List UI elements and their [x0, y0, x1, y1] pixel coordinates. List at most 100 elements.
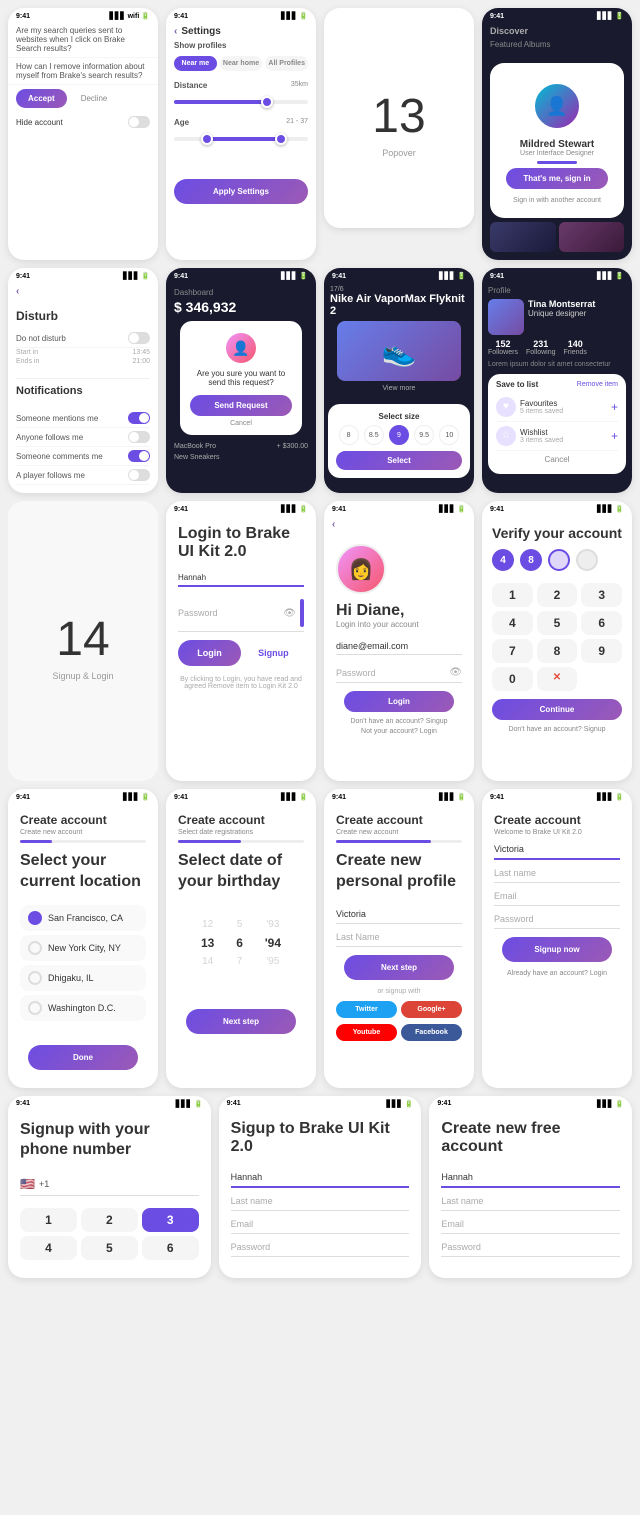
age-max-thumb[interactable] [275, 133, 287, 145]
cancel-link[interactable]: Cancel [190, 420, 292, 427]
tab-near-me[interactable]: Near me [174, 56, 217, 71]
age-section: Age 21 - 37 [166, 114, 316, 151]
key-1[interactable]: 1 [492, 583, 533, 607]
phone-key-1[interactable]: 1 [20, 1208, 77, 1232]
signin-button[interactable]: That's me, sign in [506, 168, 608, 189]
key-3[interactable]: 3 [581, 583, 622, 607]
apply-settings-button[interactable]: Apply Settings [174, 179, 308, 204]
month-col: 5 6 7 [234, 917, 245, 969]
diane-login-button[interactable]: Login [344, 691, 454, 712]
free-lastname-field[interactable]: Last name [441, 1192, 620, 1211]
create-password-field[interactable]: Password [494, 910, 620, 929]
youtube-button[interactable]: Youtube [336, 1024, 397, 1041]
not-you-text[interactable]: Not your account? Login [336, 728, 462, 735]
free-email-field[interactable]: Email [441, 1215, 620, 1234]
back-arrow-icon[interactable]: ‹ [16, 286, 19, 297]
notif-toggle-3[interactable] [128, 450, 150, 462]
phone-input-row[interactable]: 🇺🇸 +1 [20, 1173, 199, 1196]
twitter-button[interactable]: Twitter [336, 1001, 397, 1018]
phone-key-2[interactable]: 2 [81, 1208, 138, 1232]
select-size-button[interactable]: Select [336, 451, 462, 470]
done-button[interactable]: Done [28, 1045, 138, 1070]
location-sf[interactable]: San Francisco, CA [20, 905, 146, 931]
battery-icon: 🔋 [299, 793, 308, 801]
tab-near-home[interactable]: Near home [220, 56, 263, 71]
key-del[interactable]: ✕ [537, 667, 578, 691]
free-name-field[interactable]: Hannah [441, 1168, 620, 1188]
location-dhigaku[interactable]: Dhigaku, IL [20, 965, 146, 991]
already-have-account[interactable]: Already have an account? Login [494, 970, 620, 977]
view-more-link[interactable]: View more [330, 385, 468, 392]
confirm-modal: 👤 Are you sure you want to send this req… [180, 321, 302, 435]
dashboard-section: Dashboard $ 346,932 👤 Are you sure you w… [166, 282, 316, 469]
key-0[interactable]: 0 [492, 667, 533, 691]
create-email-field[interactable]: Email [494, 887, 620, 906]
distance-thumb[interactable] [261, 96, 273, 108]
decline-button[interactable]: Decline [73, 89, 116, 108]
location-nyc[interactable]: New York City, NY [20, 935, 146, 961]
continue-button[interactable]: Continue [492, 699, 622, 720]
age-min-thumb[interactable] [201, 133, 213, 145]
battery-icon: 🔋 [615, 12, 624, 20]
no-account-text[interactable]: Don't have an account? Singup [336, 718, 462, 725]
notif-toggle-1[interactable] [128, 412, 150, 424]
login-button[interactable]: Login [178, 640, 241, 666]
phone-key-5[interactable]: 5 [81, 1236, 138, 1260]
age-track[interactable] [174, 137, 308, 141]
birthday-next-button[interactable]: Next step [186, 1009, 296, 1034]
phone-key-6[interactable]: 6 [142, 1236, 199, 1260]
album-item-2 [559, 222, 625, 252]
do-not-disturb-toggle[interactable] [128, 332, 150, 344]
start-value: 13:45 [132, 349, 150, 356]
signup-lastname-field[interactable]: Last name [231, 1192, 410, 1211]
create-lastname-field[interactable]: Last name [494, 864, 620, 883]
eye-icon-diane[interactable]: 👁 [449, 667, 462, 678]
google-button[interactable]: Google+ [401, 1001, 462, 1018]
another-account-link[interactable]: Sign in with another account [498, 193, 616, 208]
hide-account-toggle[interactable] [128, 116, 150, 128]
back-arrow-icon[interactable]: ‹ [332, 519, 335, 530]
date-picker[interactable]: 12 13 14 5 6 7 '93 '94 '95 [178, 905, 304, 981]
tab-all-profiles[interactable]: All Profiles [265, 56, 308, 71]
size-9-5[interactable]: 9.5 [414, 425, 434, 445]
facebook-button[interactable]: Facebook [401, 1024, 462, 1041]
location-dc[interactable]: Washington D.C. [20, 995, 146, 1021]
notif-toggle-4[interactable] [128, 469, 150, 481]
key-2[interactable]: 2 [537, 583, 578, 607]
signup-now-button[interactable]: Signup now [502, 937, 612, 962]
name-field[interactable]: Victoria [336, 905, 462, 924]
wishlist-add-icon[interactable]: + [611, 429, 618, 443]
create-name-field[interactable]: Victoria [494, 840, 620, 860]
size-8-5[interactable]: 8.5 [364, 425, 384, 445]
free-password-field[interactable]: Password [441, 1238, 620, 1257]
key-6[interactable]: 6 [581, 611, 622, 635]
accept-button[interactable]: Accept [16, 89, 67, 108]
signup-email-field[interactable]: Email [231, 1215, 410, 1234]
profile-next-button[interactable]: Next step [344, 955, 454, 980]
lastname-field[interactable]: Last Name [336, 928, 462, 947]
cancel-save-link[interactable]: Cancel [496, 451, 618, 468]
no-account-verify[interactable]: Don't have an account? Signup [492, 726, 622, 733]
key-8[interactable]: 8 [537, 639, 578, 663]
key-7[interactable]: 7 [492, 639, 533, 663]
fav-add-icon[interactable]: + [611, 400, 618, 414]
phone-key-3[interactable]: 3 [142, 1208, 199, 1232]
size-8[interactable]: 8 [339, 425, 359, 445]
back-arrow-icon[interactable]: ‹ [174, 26, 177, 37]
size-10[interactable]: 10 [439, 425, 459, 445]
eye-icon[interactable]: 👁 [283, 608, 296, 619]
key-9[interactable]: 9 [581, 639, 622, 663]
show-profiles-label: Show profiles [166, 41, 316, 50]
distance-track[interactable] [174, 100, 308, 104]
phone-key-4[interactable]: 4 [20, 1236, 77, 1260]
signal-icon: ▋▋▋ [439, 793, 455, 801]
signup-link[interactable]: Signup [245, 640, 302, 666]
key-4[interactable]: 4 [492, 611, 533, 635]
save-list-link[interactable]: Remove item [577, 381, 618, 388]
signup-name-field[interactable]: Hannah [231, 1168, 410, 1188]
notif-toggle-2[interactable] [128, 431, 150, 443]
size-9[interactable]: 9 [389, 425, 409, 445]
send-request-button[interactable]: Send Request [190, 395, 292, 416]
signup-password-field[interactable]: Password [231, 1238, 410, 1257]
key-5[interactable]: 5 [537, 611, 578, 635]
